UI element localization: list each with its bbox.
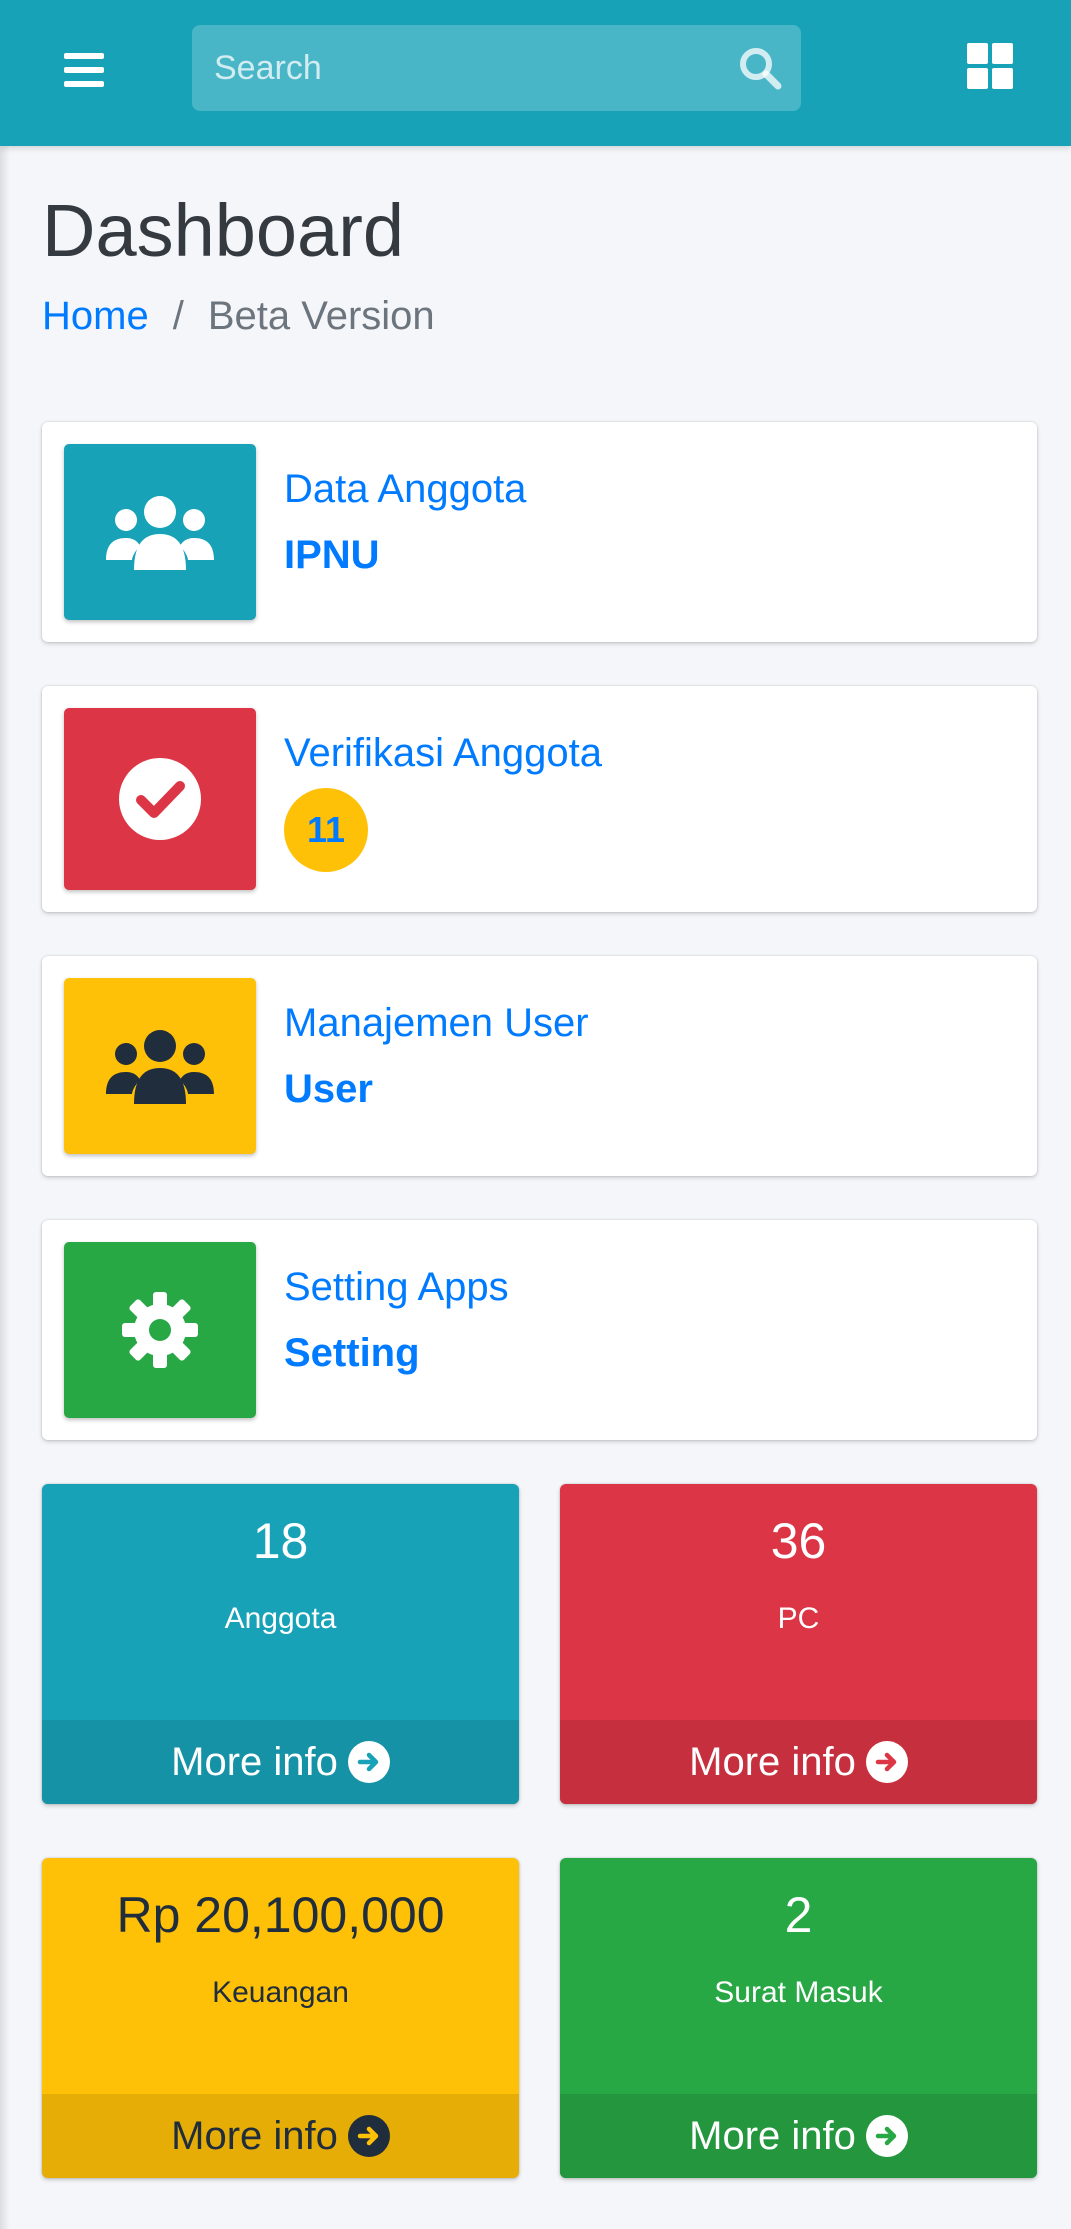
search-bar: [192, 25, 801, 111]
breadcrumb-separator: /: [172, 294, 184, 338]
search-icon[interactable]: [737, 45, 783, 91]
info-box-value: IPNU: [284, 533, 380, 577]
arrow-right-circle-icon: [865, 1741, 908, 1783]
info-box-label: Setting Apps: [284, 1265, 509, 1309]
breadcrumb: Home / Beta Version: [42, 294, 435, 339]
stat-box-surat-masuk: 2 Surat Masuk More info: [560, 1858, 1037, 2178]
users-icon: [64, 978, 256, 1154]
gear-icon: [64, 1242, 256, 1418]
info-box-label: Verifikasi Anggota: [284, 731, 602, 775]
stat-value: 2: [784, 1887, 813, 1943]
info-box-value: User: [284, 1067, 373, 1111]
stat-label: Anggota: [224, 1602, 337, 1635]
arrow-right-circle-icon: [347, 1741, 390, 1783]
search-input[interactable]: [192, 25, 722, 111]
stat-label: Surat Masuk: [714, 1976, 883, 2009]
more-info-label: More info: [171, 1739, 338, 1784]
stat-box-pc: 36 PC More info: [560, 1484, 1037, 1804]
stat-label: PC: [777, 1602, 820, 1635]
stat-label: Keuangan: [212, 1976, 349, 2009]
more-info-label: More info: [689, 2113, 856, 2158]
arrow-right-circle-icon: [347, 2115, 390, 2157]
info-box-verifikasi-anggota[interactable]: Verifikasi Anggota 11: [42, 686, 1037, 912]
apps-grid-icon[interactable]: [967, 43, 1015, 91]
hamburger-menu-icon[interactable]: [56, 42, 112, 98]
top-navbar: [0, 0, 1071, 146]
more-info-label: More info: [689, 1739, 856, 1784]
more-info-link[interactable]: More info: [560, 1720, 1037, 1804]
breadcrumb-current: Beta Version: [207, 294, 435, 338]
info-box-value: Setting: [284, 1331, 420, 1375]
more-info-link[interactable]: More info: [560, 2094, 1037, 2178]
stat-value: 36: [770, 1513, 827, 1569]
info-box-setting-apps[interactable]: Setting Apps Setting: [42, 1220, 1037, 1440]
stat-value: Rp 20,100,000: [116, 1887, 445, 1943]
more-info-link[interactable]: More info: [42, 1720, 519, 1804]
stat-value: 18: [252, 1513, 309, 1569]
sidebar-shadow: [0, 0, 10, 2229]
arrow-right-circle-icon: [865, 2115, 908, 2157]
more-info-link[interactable]: More info: [42, 2094, 519, 2178]
info-box-label: Manajemen User: [284, 1001, 589, 1045]
info-box-label: Data Anggota: [284, 467, 527, 511]
users-icon: [64, 444, 256, 620]
stat-box-anggota: 18 Anggota More info: [42, 1484, 519, 1804]
pending-count-badge: 11: [284, 788, 368, 872]
info-box-data-anggota[interactable]: Data Anggota IPNU: [42, 422, 1037, 642]
check-circle-icon: [64, 708, 256, 890]
page-title: Dashboard: [42, 189, 405, 272]
info-box-manajemen-user[interactable]: Manajemen User User: [42, 956, 1037, 1176]
breadcrumb-home-link[interactable]: Home: [42, 294, 149, 339]
stat-box-keuangan: Rp 20,100,000 Keuangan More info: [42, 1858, 519, 2178]
more-info-label: More info: [171, 2113, 338, 2158]
